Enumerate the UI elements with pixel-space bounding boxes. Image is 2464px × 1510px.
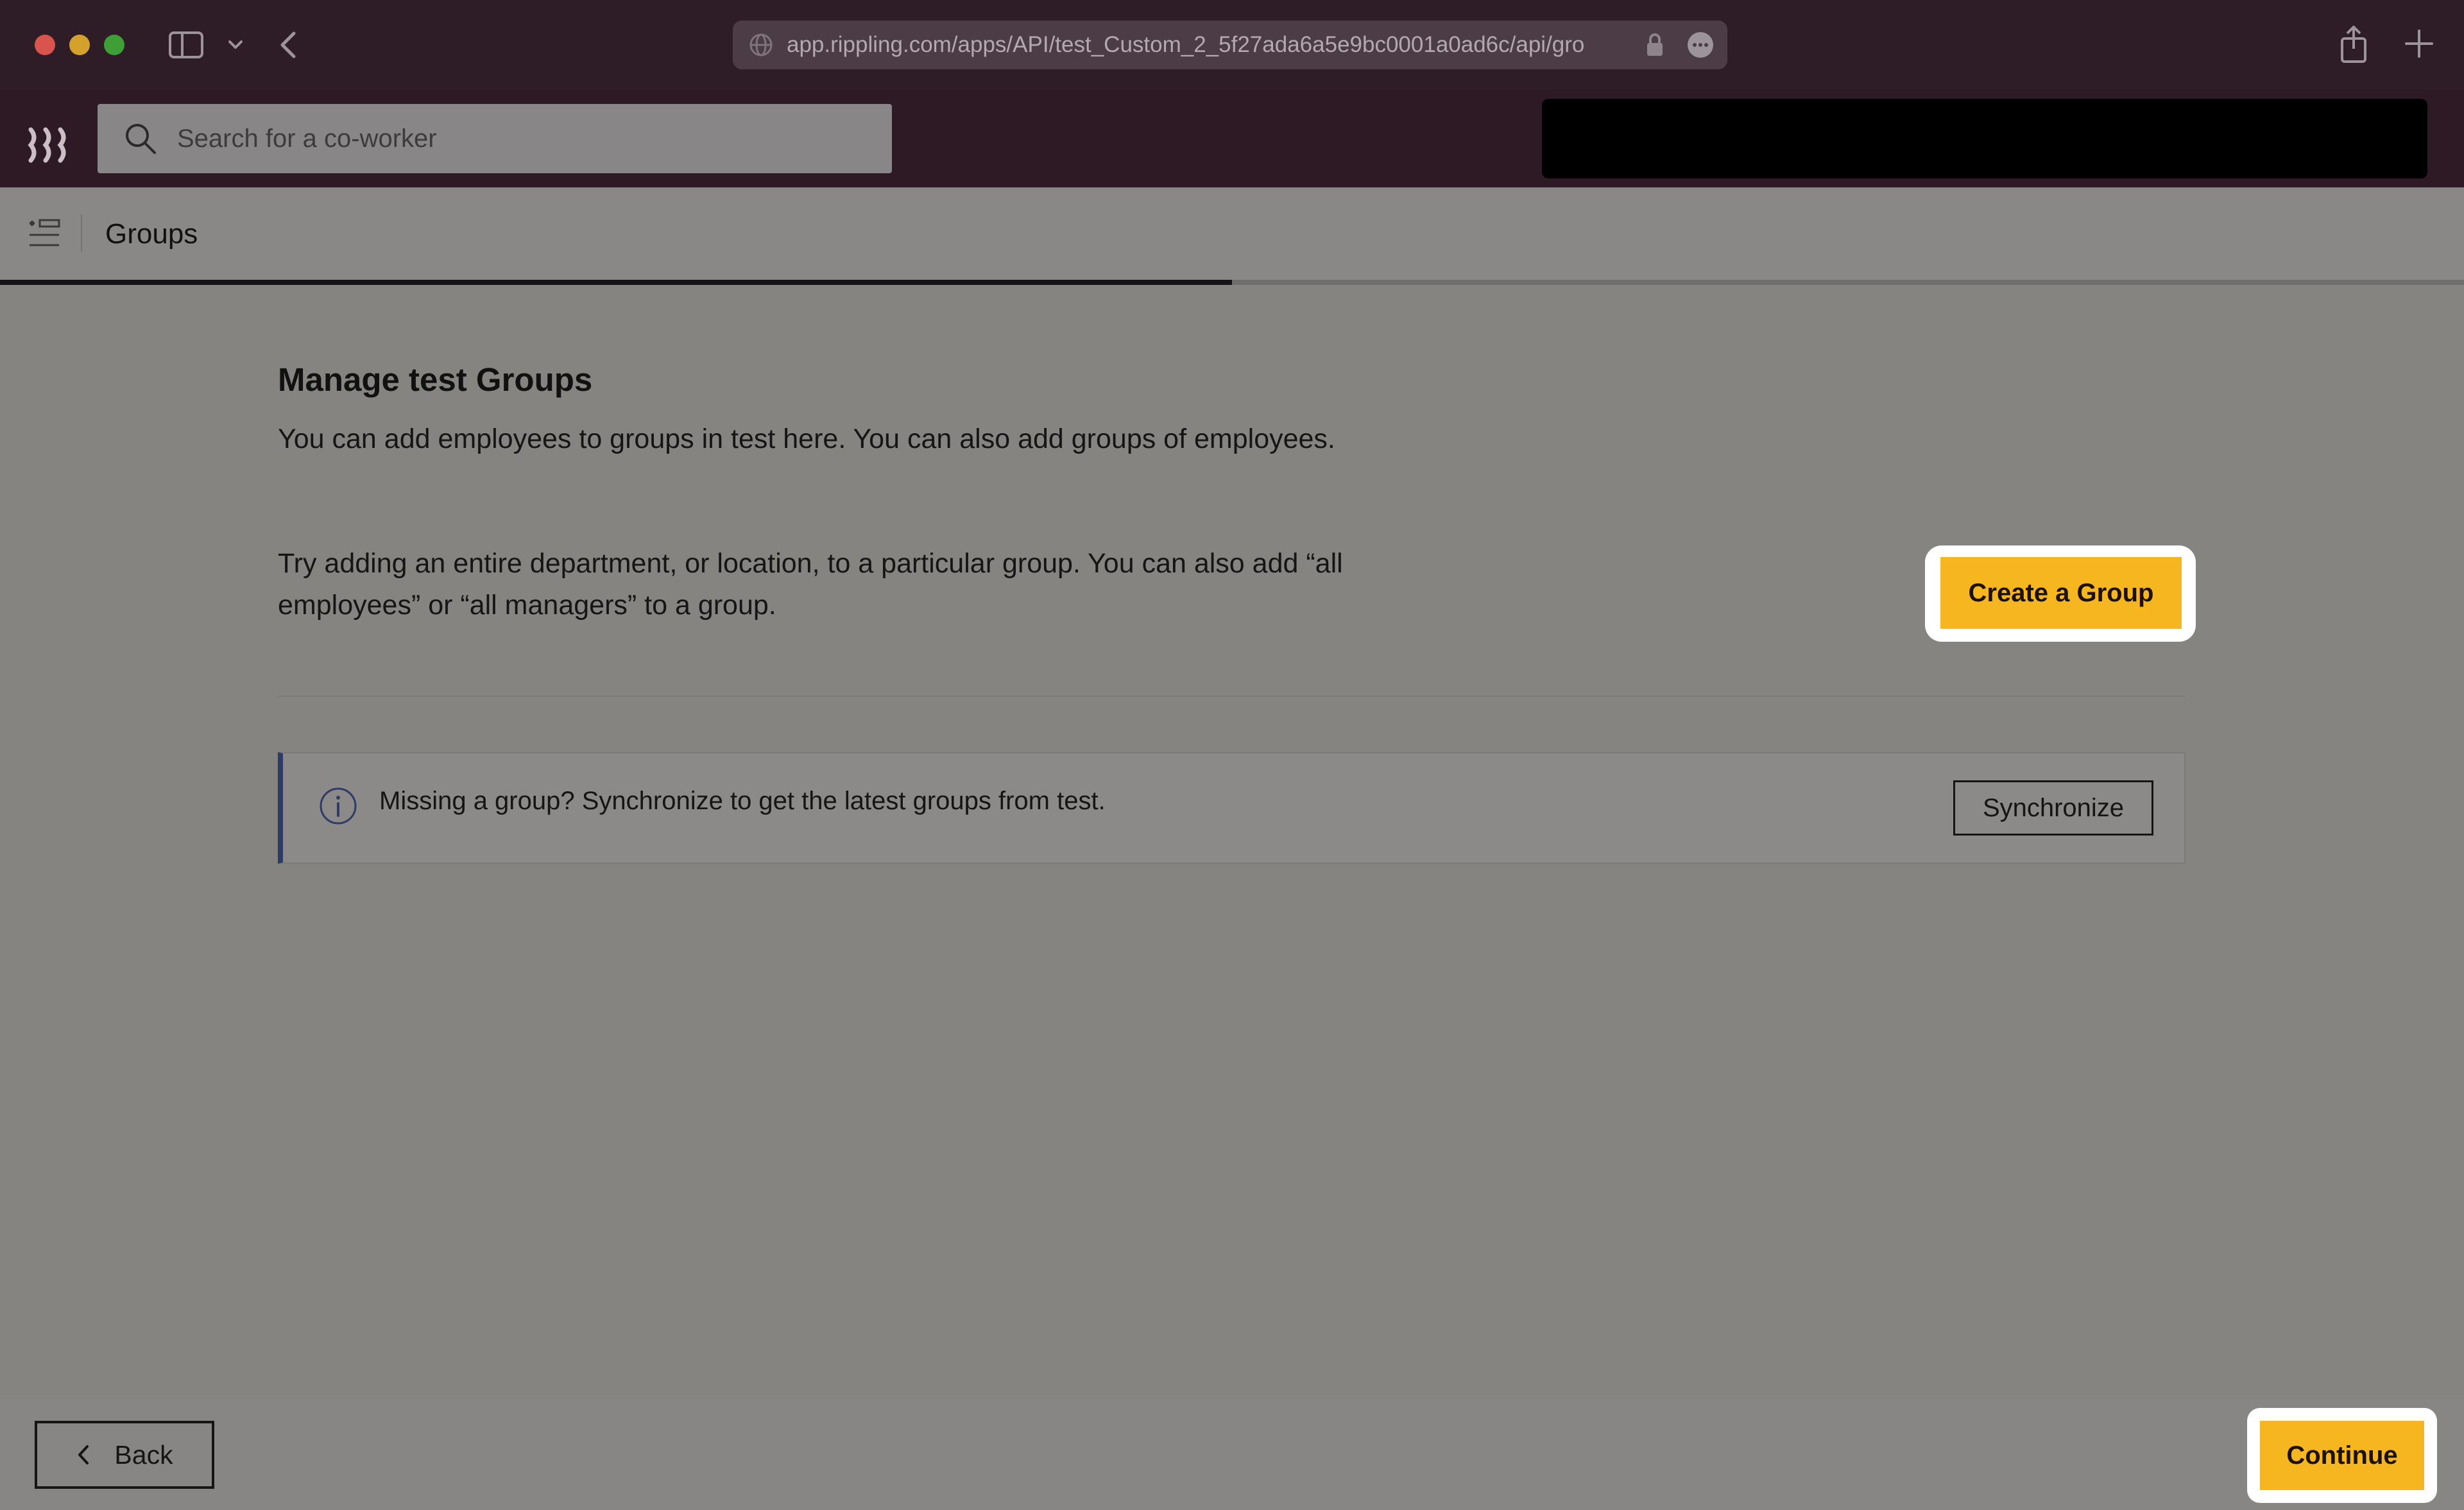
search-icon	[126, 124, 156, 154]
chevron-left-icon	[78, 1445, 89, 1464]
back-arrow-icon[interactable]	[277, 28, 300, 62]
info-banner: Missing a group? Synchronize to get the …	[278, 752, 2186, 864]
address-bar[interactable]: app.rippling.com/apps/API/test_Custom_2_…	[733, 21, 1727, 69]
minimize-window-button[interactable]	[69, 35, 90, 55]
hint-paragraph: Try adding an entire department, or loca…	[278, 548, 1343, 621]
create-group-button[interactable]: Create a Group	[1940, 557, 2182, 629]
page-title: Groups	[105, 218, 198, 250]
lock-icon	[1647, 33, 1663, 56]
share-icon[interactable]	[2336, 23, 2372, 64]
footer-bar: Back Continue	[0, 1399, 2464, 1510]
info-text: Missing a group? Synchronize to get the …	[379, 787, 1106, 815]
globe-icon	[749, 33, 773, 56]
browser-titlebar: app.rippling.com/apps/API/test_Custom_2_…	[0, 0, 2464, 90]
back-button[interactable]: Back	[35, 1421, 214, 1489]
redacted-user-area	[1542, 99, 2427, 178]
section-divider	[278, 696, 2186, 697]
progress-bar	[0, 280, 2464, 285]
continue-button[interactable]: Continue	[2260, 1421, 2424, 1490]
rippling-logo-icon[interactable]	[27, 127, 72, 163]
close-window-button[interactable]	[35, 35, 55, 55]
subheader-divider	[81, 214, 82, 252]
app-header	[0, 90, 2464, 187]
plus-icon[interactable]	[2401, 26, 2437, 62]
sidebar-toggle-icon[interactable]	[168, 31, 204, 59]
subheader: Groups	[0, 187, 2464, 280]
more-icon[interactable]	[1686, 31, 1715, 59]
continue-highlight: Continue	[2247, 1408, 2437, 1503]
section-heading: Manage test Groups	[278, 361, 593, 398]
description-paragraph: You can add employees to groups in test …	[278, 424, 1335, 454]
search-input[interactable]	[177, 124, 819, 153]
search-bar[interactable]	[98, 104, 892, 173]
progress-bar-fill	[0, 280, 1232, 285]
url-text: app.rippling.com/apps/API/test_Custom_2_…	[787, 32, 1585, 57]
maximize-window-button[interactable]	[104, 35, 124, 55]
list-menu-icon[interactable]	[27, 218, 62, 249]
chevron-down-icon[interactable]	[226, 33, 245, 56]
back-button-label: Back	[114, 1439, 173, 1470]
info-icon	[320, 787, 357, 825]
synchronize-button[interactable]: Synchronize	[1953, 780, 2153, 836]
create-group-highlight: Create a Group	[1925, 545, 2196, 642]
